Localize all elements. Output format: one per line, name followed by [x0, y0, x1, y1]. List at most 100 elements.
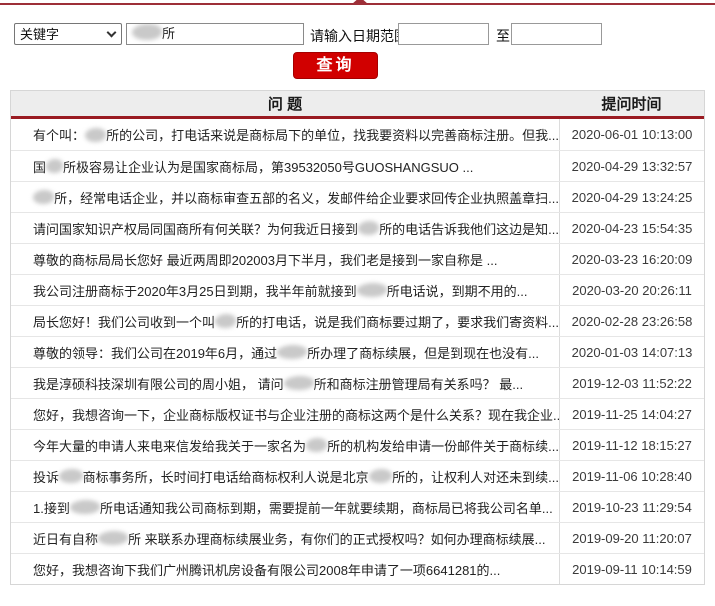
redacted-blur	[46, 159, 64, 173]
text-segment: 您好，我想咨询一下，企业商标版权证书与企业注册的商标这两个是什么关系？现在我企业…	[33, 407, 559, 423]
text-segment: 请问国家知识产权局同国商所有何关联？为何我近日接到	[33, 221, 359, 237]
text-segment: 所的电话告诉我他们这边是知...	[379, 221, 559, 237]
table-row[interactable]: 我是淳硕科技深圳有限公司的周小姐， 请问 所和商标注册管理局有关系吗？ 最... 2…	[11, 367, 704, 398]
table-row[interactable]: 局长您好！我们公司收到一个叫 所的打电话，说是我们商标要过期了，要求我们寄资料..…	[11, 305, 704, 336]
question-text[interactable]: 有个叫： 所的公司，打电话来说是商标局下的单位，找我要资料以完善商标注册。但我..…	[11, 119, 559, 150]
question-time: 2019-12-03 11:52:22	[559, 368, 704, 398]
text-segment: 所的机构发给申请一份邮件关于商标续...	[327, 438, 559, 454]
redacted-blur	[368, 469, 393, 483]
table-row[interactable]: 1.接到 所电话通知我公司商标到期，需要提前一年就要续期，商标局已将我公司名单..…	[11, 491, 704, 522]
question-time: 2019-11-12 18:15:27	[559, 430, 704, 460]
table-row[interactable]: 您好，我想咨询一下，企业商标版权证书与企业注册的商标这两个是什么关系？现在我企业…	[11, 398, 704, 429]
question-text[interactable]: 我是淳硕科技深圳有限公司的周小姐， 请问 所和商标注册管理局有关系吗？ 最...	[11, 368, 559, 398]
redacted-blur	[59, 469, 83, 483]
text-segment: 商标事务所，长时间打电话给商标权利人说是北京	[82, 469, 369, 485]
page: 关键字 所 请输入日期范围 至 查询 问 题 提问时间 有个叫： 所的公司，打电话…	[0, 0, 715, 606]
question-text[interactable]: 您好，我想咨询一下，企业商标版权证书与企业注册的商标这两个是什么关系？现在我企业…	[11, 399, 559, 429]
table-row[interactable]: 今年大量的申请人来电来信发给我关于一家名为 所的机构发给申请一份邮件关于商标续..…	[11, 429, 704, 460]
date-to-label: 至	[496, 28, 510, 44]
text-segment: 所的公司，打电话来说是商标局下的单位，找我要资料以完善商标注册。但我...	[106, 128, 559, 143]
text-segment: 投诉	[33, 469, 60, 485]
text-segment: 我是淳硕科技深圳有限公司的周小姐， 请问	[33, 376, 284, 392]
question-time: 2020-01-03 14:07:13	[559, 337, 704, 367]
text-segment: 所电话说，到期不用的...	[386, 283, 528, 299]
question-text[interactable]: 投诉 商标事务所，长时间打电话给商标权利人说是北京 所的，让权利人对还未到续...	[11, 461, 559, 491]
question-text[interactable]: 请问国家知识产权局同国商所有何关联？为何我近日接到 所的电话告诉我他们这边是知..…	[11, 213, 559, 243]
text-segment: 我公司注册商标于2020年3月25日到期，我半年前就接到	[33, 283, 357, 299]
question-time: 2020-06-01 10:13:00	[559, 119, 704, 150]
text-segment: 局长您好！我们公司收到一个叫	[33, 314, 216, 330]
question-text[interactable]: 今年大量的申请人来电来信发给我关于一家名为 所的机构发给申请一份邮件关于商标续..…	[11, 430, 559, 460]
question-time: 2020-03-20 20:26:11	[559, 275, 704, 305]
question-time: 2020-02-28 23:26:58	[559, 306, 704, 336]
time-column-header: 提问时间	[601, 96, 662, 113]
question-time: 2019-09-20 11:20:07	[559, 523, 704, 553]
question-time: 2019-10-23 11:29:54	[559, 492, 704, 522]
question-table: 问 题 提问时间 有个叫： 所的公司，打电话来说是商标局下的单位，找我要资料以完善…	[10, 90, 705, 585]
text-segment: 有个叫：	[33, 128, 86, 143]
table-row[interactable]: 有个叫： 所的公司，打电话来说是商标局下的单位，找我要资料以完善商标注册。但我..…	[11, 119, 704, 150]
redacted-blur	[98, 531, 129, 545]
question-text[interactable]: 局长您好！我们公司收到一个叫 所的打电话，说是我们商标要过期了，要求我们寄资料..…	[11, 306, 559, 336]
table-row[interactable]: 请问国家知识产权局同国商所有何关联？为何我近日接到 所的电话告诉我他们这边是知..…	[11, 212, 704, 243]
table-row[interactable]: 我公司注册商标于2020年3月25日到期，我半年前就接到 所电话说，到期不用的..…	[11, 274, 704, 305]
table-row[interactable]: 国所极容易让企业认为是国家商标局，第39532050号GUOSHANGSUO .…	[11, 150, 704, 181]
redacted-blur	[33, 190, 55, 204]
question-time: 2019-11-06 10:28:40	[559, 461, 704, 491]
redacted-blur	[132, 24, 162, 40]
text-segment: 所	[162, 26, 176, 41]
question-table-body: 有个叫： 所的公司，打电话来说是商标局下的单位，找我要资料以完善商标注册。但我..…	[11, 119, 704, 584]
text-segment: 所，经常电话企业，并以商标审查五部的名义，发邮件给企业要求回传企业执照盖章扫..…	[54, 190, 559, 206]
keyword-input[interactable]: 所	[126, 23, 304, 45]
redacted-blur	[306, 438, 328, 452]
question-time: 2020-04-29 13:24:25	[559, 182, 704, 212]
question-time: 2019-11-25 14:04:27	[559, 399, 704, 429]
keyword-type-select[interactable]: 关键字	[14, 23, 122, 45]
question-text[interactable]: 所，经常电话企业，并以商标审查五部的名义，发邮件给企业要求回传企业执照盖章扫..…	[11, 182, 559, 212]
question-text[interactable]: 尊敬的领导：我们公司在2019年6月，通过 所办理了商标续展，但是到现在也没有..…	[11, 337, 559, 367]
table-row[interactable]: 您好，我想咨询下我们广州腾讯机房设备有限公司2008年申请了一项6641281的…	[11, 553, 704, 584]
date-range-label: 请输入日期范围	[310, 28, 408, 44]
redacted-blur	[277, 345, 308, 359]
date-to-input[interactable]	[511, 23, 602, 45]
question-text[interactable]: 我公司注册商标于2020年3月25日到期，我半年前就接到 所电话说，到期不用的..…	[11, 275, 559, 305]
table-row[interactable]: 尊敬的商标局局长您好 最近两周即202003月下半月，我们老是接到一家自称是 .…	[11, 243, 704, 274]
date-from-input[interactable]	[398, 23, 489, 45]
question-text[interactable]: 尊敬的商标局局长您好 最近两周即202003月下半月，我们老是接到一家自称是 .…	[11, 244, 559, 274]
text-segment: 尊敬的领导：我们公司在2019年6月，通过	[33, 345, 278, 361]
question-text[interactable]: 近日有自称 所 来联系办理商标续展业务，有你们的正式授权吗？如何办理商标续展...	[11, 523, 559, 553]
table-row[interactable]: 近日有自称 所 来联系办理商标续展业务，有你们的正式授权吗？如何办理商标续展...…	[11, 522, 704, 553]
question-time: 2020-04-29 13:32:57	[559, 151, 704, 181]
question-time: 2019-09-11 10:14:59	[559, 554, 704, 584]
table-row[interactable]: 投诉 商标事务所，长时间打电话给商标权利人说是北京 所的，让权利人对还未到续... 2…	[11, 460, 704, 491]
question-time: 2020-04-23 15:54:35	[559, 213, 704, 243]
question-text[interactable]: 1.接到 所电话通知我公司商标到期，需要提前一年就要续期，商标局已将我公司名单..…	[11, 492, 559, 522]
question-time: 2020-03-23 16:20:09	[559, 244, 704, 274]
text-segment: 近日有自称	[33, 531, 99, 547]
text-segment: 所极容易让企业认为是国家商标局，第39532050号GUOSHANGSUO ..…	[63, 159, 474, 175]
query-button[interactable]: 查询	[293, 52, 378, 79]
question-text[interactable]: 您好，我想咨询下我们广州腾讯机房设备有限公司2008年申请了一项6641281的…	[11, 554, 559, 584]
redacted-blur	[283, 376, 314, 390]
table-row[interactable]: 所，经常电话企业，并以商标审查五部的名义，发邮件给企业要求回传企业执照盖章扫..…	[11, 181, 704, 212]
text-segment: 所办理了商标续展，但是到现在也没有...	[307, 345, 539, 361]
redacted-blur	[356, 283, 387, 297]
redacted-blur	[215, 314, 237, 328]
text-segment: 您好，我想咨询下我们广州腾讯机房设备有限公司2008年申请了一项6641281的…	[33, 562, 501, 578]
question-text[interactable]: 国所极容易让企业认为是国家商标局，第39532050号GUOSHANGSUO .…	[11, 151, 559, 181]
tab-arrow-icon	[352, 0, 368, 4]
text-segment: 所和商标注册管理局有关系吗？ 最...	[313, 376, 524, 392]
text-segment: 所的，让权利人对还未到续...	[392, 469, 559, 485]
text-segment: 国	[33, 159, 47, 175]
table-row[interactable]: 尊敬的领导：我们公司在2019年6月，通过 所办理了商标续展，但是到现在也没有..…	[11, 336, 704, 367]
redacted-blur	[85, 127, 107, 142]
text-segment: 1.接到	[33, 500, 70, 516]
question-column-header: 问 题	[267, 96, 303, 113]
text-segment: 尊敬的商标局局长您好 最近两周即202003月下半月，我们老是接到一家自称是 .…	[33, 252, 498, 268]
text-segment: 所 来联系办理商标续展业务，有你们的正式授权吗？如何办理商标续展...	[128, 531, 546, 547]
redacted-blur	[358, 221, 380, 235]
text-segment: 今年大量的申请人来电来信发给我关于一家名为	[33, 438, 307, 454]
text-segment: 所电话通知我公司商标到期，需要提前一年就要续期，商标局已将我公司名单...	[99, 500, 553, 516]
table-header: 问 题 提问时间	[11, 91, 704, 119]
text-segment: 所的打电话，说是我们商标要过期了，要求我们寄资料...	[236, 314, 559, 330]
